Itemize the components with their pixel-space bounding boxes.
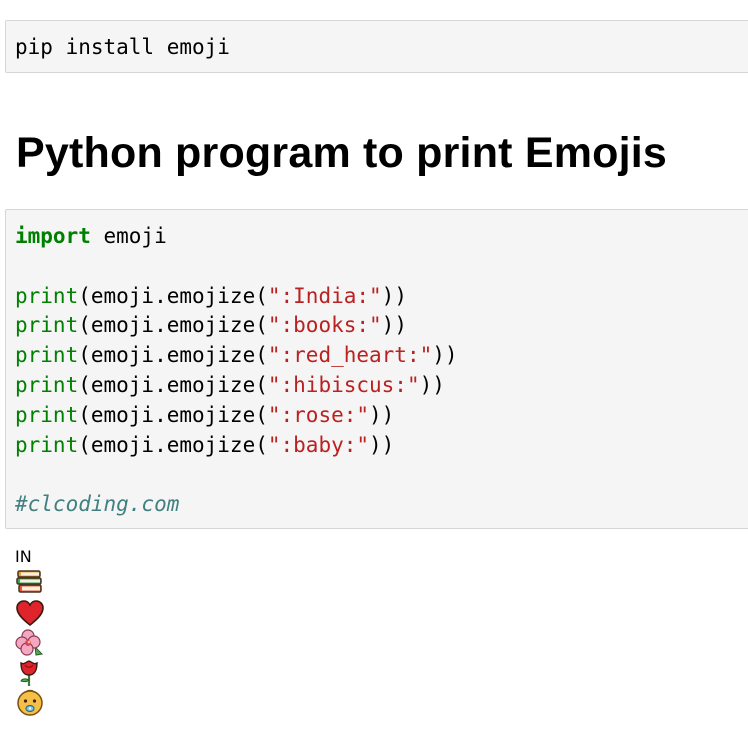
emoji-argument: ":baby:" [267, 432, 370, 457]
code-comment: #clcoding.com [15, 492, 180, 517]
print-line: print(emoji.emojize(":India:")) [15, 282, 748, 312]
print-line: print(emoji.emojize(":red_heart:")) [15, 341, 748, 371]
print-line: print(emoji.emojize(":books:")) [15, 311, 748, 341]
call-prefix: (emoji.emojize( [78, 432, 268, 457]
print-line: print(emoji.emojize(":hibiscus:")) [15, 371, 748, 401]
call-suffix: )) [369, 402, 395, 427]
emoji-argument: ":hibiscus:" [267, 372, 420, 397]
import-line: import emoji [15, 222, 748, 252]
call-prefix: (emoji.emojize( [78, 313, 268, 338]
call-prefix: (emoji.emojize( [78, 402, 268, 427]
emoji-argument: ":red_heart:" [267, 343, 433, 368]
print-line: print(emoji.emojize(":baby:")) [15, 431, 748, 461]
cell-output: IN [15, 545, 47, 719]
books-icon [15, 569, 47, 599]
baby-icon [15, 689, 47, 719]
emoji-argument: ":rose:" [267, 402, 370, 427]
call-prefix: (emoji.emojize( [78, 343, 268, 368]
program-code-cell[interactable]: import emoji print(emoji.emojize(":India:… [5, 209, 748, 529]
call-prefix: (emoji.emojize( [78, 372, 268, 397]
call-suffix: )) [381, 313, 407, 338]
import-keyword: import [15, 224, 91, 248]
india-flag-output: IN [15, 547, 32, 566]
install-code: pip install emoji [15, 35, 230, 59]
print-line: print(emoji.emojize(":rose:")) [15, 401, 748, 431]
call-suffix: )) [381, 283, 407, 308]
install-code-cell[interactable]: pip install emoji [5, 20, 748, 73]
call-prefix: (emoji.emojize( [78, 283, 268, 308]
import-module: emoji [90, 224, 167, 248]
call-suffix: )) [419, 372, 445, 397]
print-function: print [15, 283, 79, 308]
print-function: print [15, 343, 79, 368]
call-suffix: )) [369, 432, 395, 457]
page-title: Python program to print Emojis [16, 129, 668, 177]
print-function: print [15, 372, 79, 397]
hibiscus-icon [15, 629, 47, 659]
print-function: print [15, 313, 79, 338]
print-function: print [15, 432, 79, 457]
program-code: import emoji print(emoji.emojize(":India:… [6, 210, 748, 520]
rose-icon [15, 659, 47, 689]
emoji-argument: ":India:" [267, 283, 382, 308]
emoji-argument: ":books:" [267, 313, 382, 338]
red-heart-icon [15, 599, 47, 629]
call-suffix: )) [432, 343, 458, 368]
print-function: print [15, 402, 79, 427]
